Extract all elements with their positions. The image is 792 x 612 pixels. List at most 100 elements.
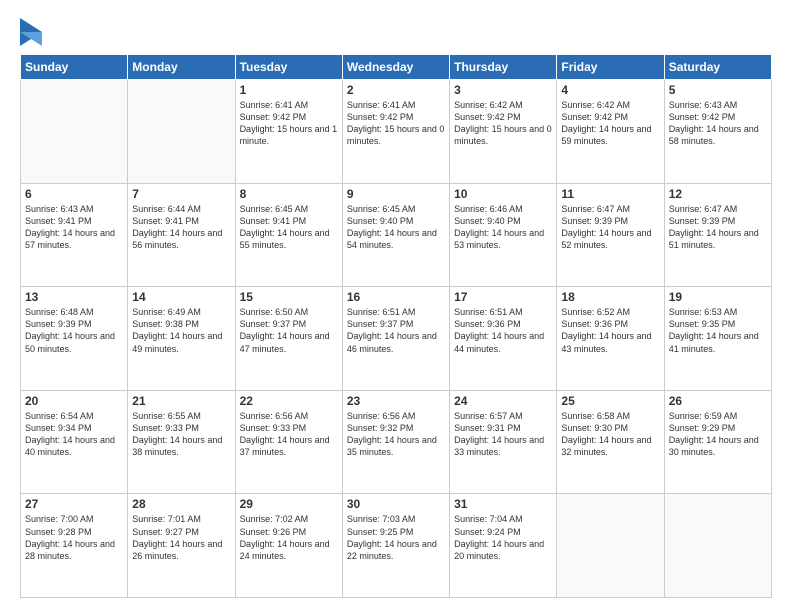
day-number: 22 bbox=[240, 394, 338, 408]
day-info: Sunrise: 6:45 AMSunset: 9:41 PMDaylight:… bbox=[240, 203, 338, 252]
calendar-day-9: 9 Sunrise: 6:45 AMSunset: 9:40 PMDaylight… bbox=[342, 183, 449, 287]
day-number: 24 bbox=[454, 394, 552, 408]
calendar: SundayMondayTuesdayWednesdayThursdayFrid… bbox=[20, 54, 772, 598]
calendar-day-17: 17Sunrise: 6:51 AMSunset: 9:36 PMDayligh… bbox=[450, 287, 557, 391]
day-number: 15 bbox=[240, 290, 338, 304]
calendar-day-14: 14Sunrise: 6:49 AMSunset: 9:38 PMDayligh… bbox=[128, 287, 235, 391]
logo-icon bbox=[20, 18, 42, 46]
day-info: Sunrise: 6:47 AMSunset: 9:39 PMDaylight:… bbox=[669, 203, 767, 252]
calendar-empty bbox=[557, 494, 664, 598]
day-info: Sunrise: 6:56 AMSunset: 9:33 PMDaylight:… bbox=[240, 410, 338, 459]
day-info: Sunrise: 6:43 AMSunset: 9:41 PMDaylight:… bbox=[25, 203, 123, 252]
calendar-day-25: 25Sunrise: 6:58 AMSunset: 9:30 PMDayligh… bbox=[557, 390, 664, 494]
day-info: Sunrise: 6:55 AMSunset: 9:33 PMDaylight:… bbox=[132, 410, 230, 459]
calendar-header-tuesday: Tuesday bbox=[235, 55, 342, 80]
calendar-day-21: 21 Sunrise: 6:55 AMSunset: 9:33 PMDayligh… bbox=[128, 390, 235, 494]
calendar-day-30: 30 Sunrise: 7:03 AMSunset: 9:25 PMDayligh… bbox=[342, 494, 449, 598]
day-number: 6 bbox=[25, 187, 123, 201]
day-info: Sunrise: 6:42 AMSunset: 9:42 PMDaylight:… bbox=[454, 99, 552, 148]
calendar-header-wednesday: Wednesday bbox=[342, 55, 449, 80]
calendar-day-18: 18 Sunrise: 6:52 AMSunset: 9:36 PMDayligh… bbox=[557, 287, 664, 391]
calendar-week-2: 6 Sunrise: 6:43 AMSunset: 9:41 PMDaylight… bbox=[21, 183, 772, 287]
day-number: 30 bbox=[347, 497, 445, 511]
calendar-header-saturday: Saturday bbox=[664, 55, 771, 80]
day-number: 11 bbox=[561, 187, 659, 201]
day-info: Sunrise: 6:42 AMSunset: 9:42 PMDaylight:… bbox=[561, 99, 659, 148]
calendar-day-20: 20Sunrise: 6:54 AMSunset: 9:34 PMDayligh… bbox=[21, 390, 128, 494]
calendar-header-monday: Monday bbox=[128, 55, 235, 80]
calendar-week-4: 20Sunrise: 6:54 AMSunset: 9:34 PMDayligh… bbox=[21, 390, 772, 494]
day-number: 31 bbox=[454, 497, 552, 511]
day-info: Sunrise: 6:46 AMSunset: 9:40 PMDaylight:… bbox=[454, 203, 552, 252]
calendar-day-31: 31 Sunrise: 7:04 AMSunset: 9:24 PMDayligh… bbox=[450, 494, 557, 598]
calendar-header-thursday: Thursday bbox=[450, 55, 557, 80]
day-number: 10 bbox=[454, 187, 552, 201]
day-info: Sunrise: 6:47 AMSunset: 9:39 PMDaylight:… bbox=[561, 203, 659, 252]
calendar-day-15: 15 Sunrise: 6:50 AMSunset: 9:37 PMDayligh… bbox=[235, 287, 342, 391]
day-info: Sunrise: 7:03 AMSunset: 9:25 PMDaylight:… bbox=[347, 513, 445, 562]
day-info: Sunrise: 6:45 AMSunset: 9:40 PMDaylight:… bbox=[347, 203, 445, 252]
day-number: 25 bbox=[561, 394, 659, 408]
calendar-day-3: 3 Sunrise: 6:42 AMSunset: 9:42 PMDaylight… bbox=[450, 80, 557, 184]
day-number: 13 bbox=[25, 290, 123, 304]
calendar-day-8: 8 Sunrise: 6:45 AMSunset: 9:41 PMDaylight… bbox=[235, 183, 342, 287]
calendar-day-5: 5 Sunrise: 6:43 AMSunset: 9:42 PMDaylight… bbox=[664, 80, 771, 184]
calendar-week-1: 1Sunrise: 6:41 AMSunset: 9:42 PMDaylight… bbox=[21, 80, 772, 184]
day-number: 23 bbox=[347, 394, 445, 408]
calendar-empty bbox=[21, 80, 128, 184]
day-number: 27 bbox=[25, 497, 123, 511]
day-info: Sunrise: 6:59 AMSunset: 9:29 PMDaylight:… bbox=[669, 410, 767, 459]
day-info: Sunrise: 6:57 AMSunset: 9:31 PMDaylight:… bbox=[454, 410, 552, 459]
calendar-day-10: 10 Sunrise: 6:46 AMSunset: 9:40 PMDayligh… bbox=[450, 183, 557, 287]
calendar-day-27: 27Sunrise: 7:00 AMSunset: 9:28 PMDayligh… bbox=[21, 494, 128, 598]
calendar-week-3: 13 Sunrise: 6:48 AMSunset: 9:39 PMDayligh… bbox=[21, 287, 772, 391]
day-info: Sunrise: 6:50 AMSunset: 9:37 PMDaylight:… bbox=[240, 306, 338, 355]
day-info: Sunrise: 6:41 AMSunset: 9:42 PMDaylight:… bbox=[347, 99, 445, 148]
calendar-day-4: 4 Sunrise: 6:42 AMSunset: 9:42 PMDaylight… bbox=[557, 80, 664, 184]
calendar-day-29: 29 Sunrise: 7:02 AMSunset: 9:26 PMDayligh… bbox=[235, 494, 342, 598]
day-info: Sunrise: 6:53 AMSunset: 9:35 PMDaylight:… bbox=[669, 306, 767, 355]
day-number: 2 bbox=[347, 83, 445, 97]
day-info: Sunrise: 6:52 AMSunset: 9:36 PMDaylight:… bbox=[561, 306, 659, 355]
day-number: 7 bbox=[132, 187, 230, 201]
day-number: 21 bbox=[132, 394, 230, 408]
day-number: 4 bbox=[561, 83, 659, 97]
day-info: Sunrise: 6:48 AMSunset: 9:39 PMDaylight:… bbox=[25, 306, 123, 355]
calendar-header-row: SundayMondayTuesdayWednesdayThursdayFrid… bbox=[21, 55, 772, 80]
day-number: 29 bbox=[240, 497, 338, 511]
day-number: 9 bbox=[347, 187, 445, 201]
day-number: 3 bbox=[454, 83, 552, 97]
calendar-empty bbox=[128, 80, 235, 184]
logo bbox=[20, 18, 45, 46]
day-number: 20 bbox=[25, 394, 123, 408]
calendar-header-friday: Friday bbox=[557, 55, 664, 80]
day-number: 28 bbox=[132, 497, 230, 511]
calendar-day-23: 23 Sunrise: 6:56 AMSunset: 9:32 PMDayligh… bbox=[342, 390, 449, 494]
day-number: 16 bbox=[347, 290, 445, 304]
day-number: 5 bbox=[669, 83, 767, 97]
calendar-day-12: 12 Sunrise: 6:47 AMSunset: 9:39 PMDayligh… bbox=[664, 183, 771, 287]
day-number: 14 bbox=[132, 290, 230, 304]
day-info: Sunrise: 7:04 AMSunset: 9:24 PMDaylight:… bbox=[454, 513, 552, 562]
day-number: 12 bbox=[669, 187, 767, 201]
calendar-day-28: 28 Sunrise: 7:01 AMSunset: 9:27 PMDayligh… bbox=[128, 494, 235, 598]
day-info: Sunrise: 6:51 AMSunset: 9:37 PMDaylight:… bbox=[347, 306, 445, 355]
day-info: Sunrise: 7:01 AMSunset: 9:27 PMDaylight:… bbox=[132, 513, 230, 562]
calendar-day-22: 22 Sunrise: 6:56 AMSunset: 9:33 PMDayligh… bbox=[235, 390, 342, 494]
calendar-day-1: 1Sunrise: 6:41 AMSunset: 9:42 PMDaylight… bbox=[235, 80, 342, 184]
day-number: 19 bbox=[669, 290, 767, 304]
calendar-day-19: 19 Sunrise: 6:53 AMSunset: 9:35 PMDayligh… bbox=[664, 287, 771, 391]
calendar-day-24: 24 Sunrise: 6:57 AMSunset: 9:31 PMDayligh… bbox=[450, 390, 557, 494]
day-number: 8 bbox=[240, 187, 338, 201]
day-info: Sunrise: 7:02 AMSunset: 9:26 PMDaylight:… bbox=[240, 513, 338, 562]
day-number: 26 bbox=[669, 394, 767, 408]
calendar-day-6: 6 Sunrise: 6:43 AMSunset: 9:41 PMDaylight… bbox=[21, 183, 128, 287]
day-info: Sunrise: 6:41 AMSunset: 9:42 PMDaylight:… bbox=[240, 99, 338, 148]
calendar-day-13: 13 Sunrise: 6:48 AMSunset: 9:39 PMDayligh… bbox=[21, 287, 128, 391]
day-info: Sunrise: 6:43 AMSunset: 9:42 PMDaylight:… bbox=[669, 99, 767, 148]
day-info: Sunrise: 6:56 AMSunset: 9:32 PMDaylight:… bbox=[347, 410, 445, 459]
day-info: Sunrise: 6:44 AMSunset: 9:41 PMDaylight:… bbox=[132, 203, 230, 252]
calendar-week-5: 27Sunrise: 7:00 AMSunset: 9:28 PMDayligh… bbox=[21, 494, 772, 598]
day-number: 18 bbox=[561, 290, 659, 304]
page: SundayMondayTuesdayWednesdayThursdayFrid… bbox=[0, 0, 792, 612]
